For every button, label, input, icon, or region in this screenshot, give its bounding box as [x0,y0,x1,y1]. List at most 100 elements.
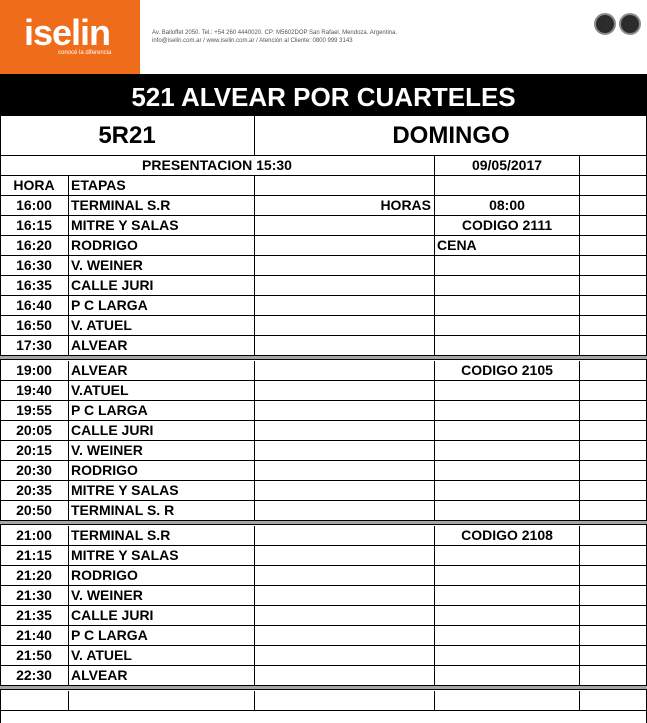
column-divider [434,461,435,481]
column-divider [579,256,580,276]
stop-time: 19:55 [16,402,52,418]
stop-time: 16:15 [16,217,52,233]
stop-name: V. ATUEL [71,317,132,333]
column-divider [579,461,580,481]
column-divider [434,646,435,666]
horas-label: HORAS [380,197,431,213]
column-divider [434,501,435,521]
stop-name: RODRIGO [71,237,138,253]
column-divider [68,501,69,521]
stop-time: 16:30 [16,257,52,273]
column-divider [434,256,435,276]
column-divider [254,336,255,356]
column-divider [434,336,435,356]
column-divider [68,216,69,236]
column-divider [68,626,69,646]
column-divider [579,646,580,666]
stop-time: 19:00 [16,362,52,378]
column-divider [68,381,69,401]
stop-time: 16:20 [16,237,52,253]
column-divider [68,646,69,666]
column-divider [434,441,435,461]
stop-name: CALLE JURI [71,277,154,293]
column-divider [579,526,580,546]
column-divider [68,606,69,626]
presentation-time: PRESENTACION 15:30 [142,157,292,173]
iselin-logo: iselin conocé la diferencia [0,0,140,74]
column-divider [254,691,255,711]
column-divider [254,276,255,296]
column-divider [68,401,69,421]
column-divider [254,296,255,316]
stop-time: 17:30 [16,337,52,353]
stop-name: MITRE Y SALAS [71,482,179,498]
logo-wordmark: iselin [24,12,111,53]
column-divider [254,461,255,481]
column-divider [434,481,435,501]
divider [434,155,435,175]
column-divider [254,381,255,401]
column-divider [579,336,580,356]
column-divider [579,381,580,401]
stop-time: 16:35 [16,277,52,293]
column-divider [254,441,255,461]
column-divider [254,546,255,566]
stop-time: 20:15 [16,442,52,458]
column-header-hora: HORA [13,177,55,193]
column-divider [579,361,580,381]
service-codigo: CODIGO 2111 [461,217,553,233]
service-codigo: CODIGO 2105 [461,362,553,378]
stop-name: CALLE JURI [71,607,154,623]
stop-time: 22:30 [16,667,52,683]
column-divider [434,566,435,586]
stop-name: CALLE JURI [71,422,154,438]
column-divider [434,296,435,316]
column-divider [434,666,435,686]
stop-name: V. ATUEL [71,647,132,663]
column-divider [68,316,69,336]
column-divider [434,196,435,216]
horas-value: 08:00 [489,197,525,213]
stop-time: 21:00 [16,527,52,543]
stop-name: TERMINAL S.R [71,197,171,213]
column-divider [68,176,69,196]
column-divider [579,296,580,316]
address-line: Av. Balloffet 2050. Tel.: +54 260 444002… [152,30,398,36]
stop-name: V. WEINER [71,442,143,458]
column-divider [434,276,435,296]
stop-name: P C LARGA [71,402,148,418]
column-divider [579,586,580,606]
column-divider [254,481,255,501]
stop-time: 21:30 [16,587,52,603]
column-divider [68,566,69,586]
stop-time: 21:15 [16,547,52,563]
stop-name: V. WEINER [71,587,143,603]
column-divider [254,526,255,546]
column-divider [579,606,580,626]
column-divider [68,276,69,296]
column-divider [254,586,255,606]
block-separator [0,355,647,360]
block-separator [0,685,647,690]
column-divider [68,586,69,606]
column-divider [254,401,255,421]
column-divider [254,256,255,276]
column-divider [579,196,580,216]
column-divider [434,526,435,546]
stop-name: TERMINAL S.R [71,527,171,543]
stop-name: V. WEINER [71,257,143,273]
stop-time: 20:50 [16,502,52,518]
stop-time: 19:40 [16,382,52,398]
column-divider [579,216,580,236]
company-info: Av. Balloffet 2050. Tel.: +54 260 444002… [152,29,397,45]
service-codigo: CODIGO 2108 [461,527,553,543]
column-divider [434,421,435,441]
contact-line: info@iselin.com.ar / www.iselin.com.ar /… [152,38,353,44]
column-divider [254,501,255,521]
column-divider [434,236,435,256]
column-divider [579,316,580,336]
column-divider [434,381,435,401]
stop-name: P C LARGA [71,627,148,643]
service-code: 5R21 [98,122,156,149]
column-divider [254,316,255,336]
